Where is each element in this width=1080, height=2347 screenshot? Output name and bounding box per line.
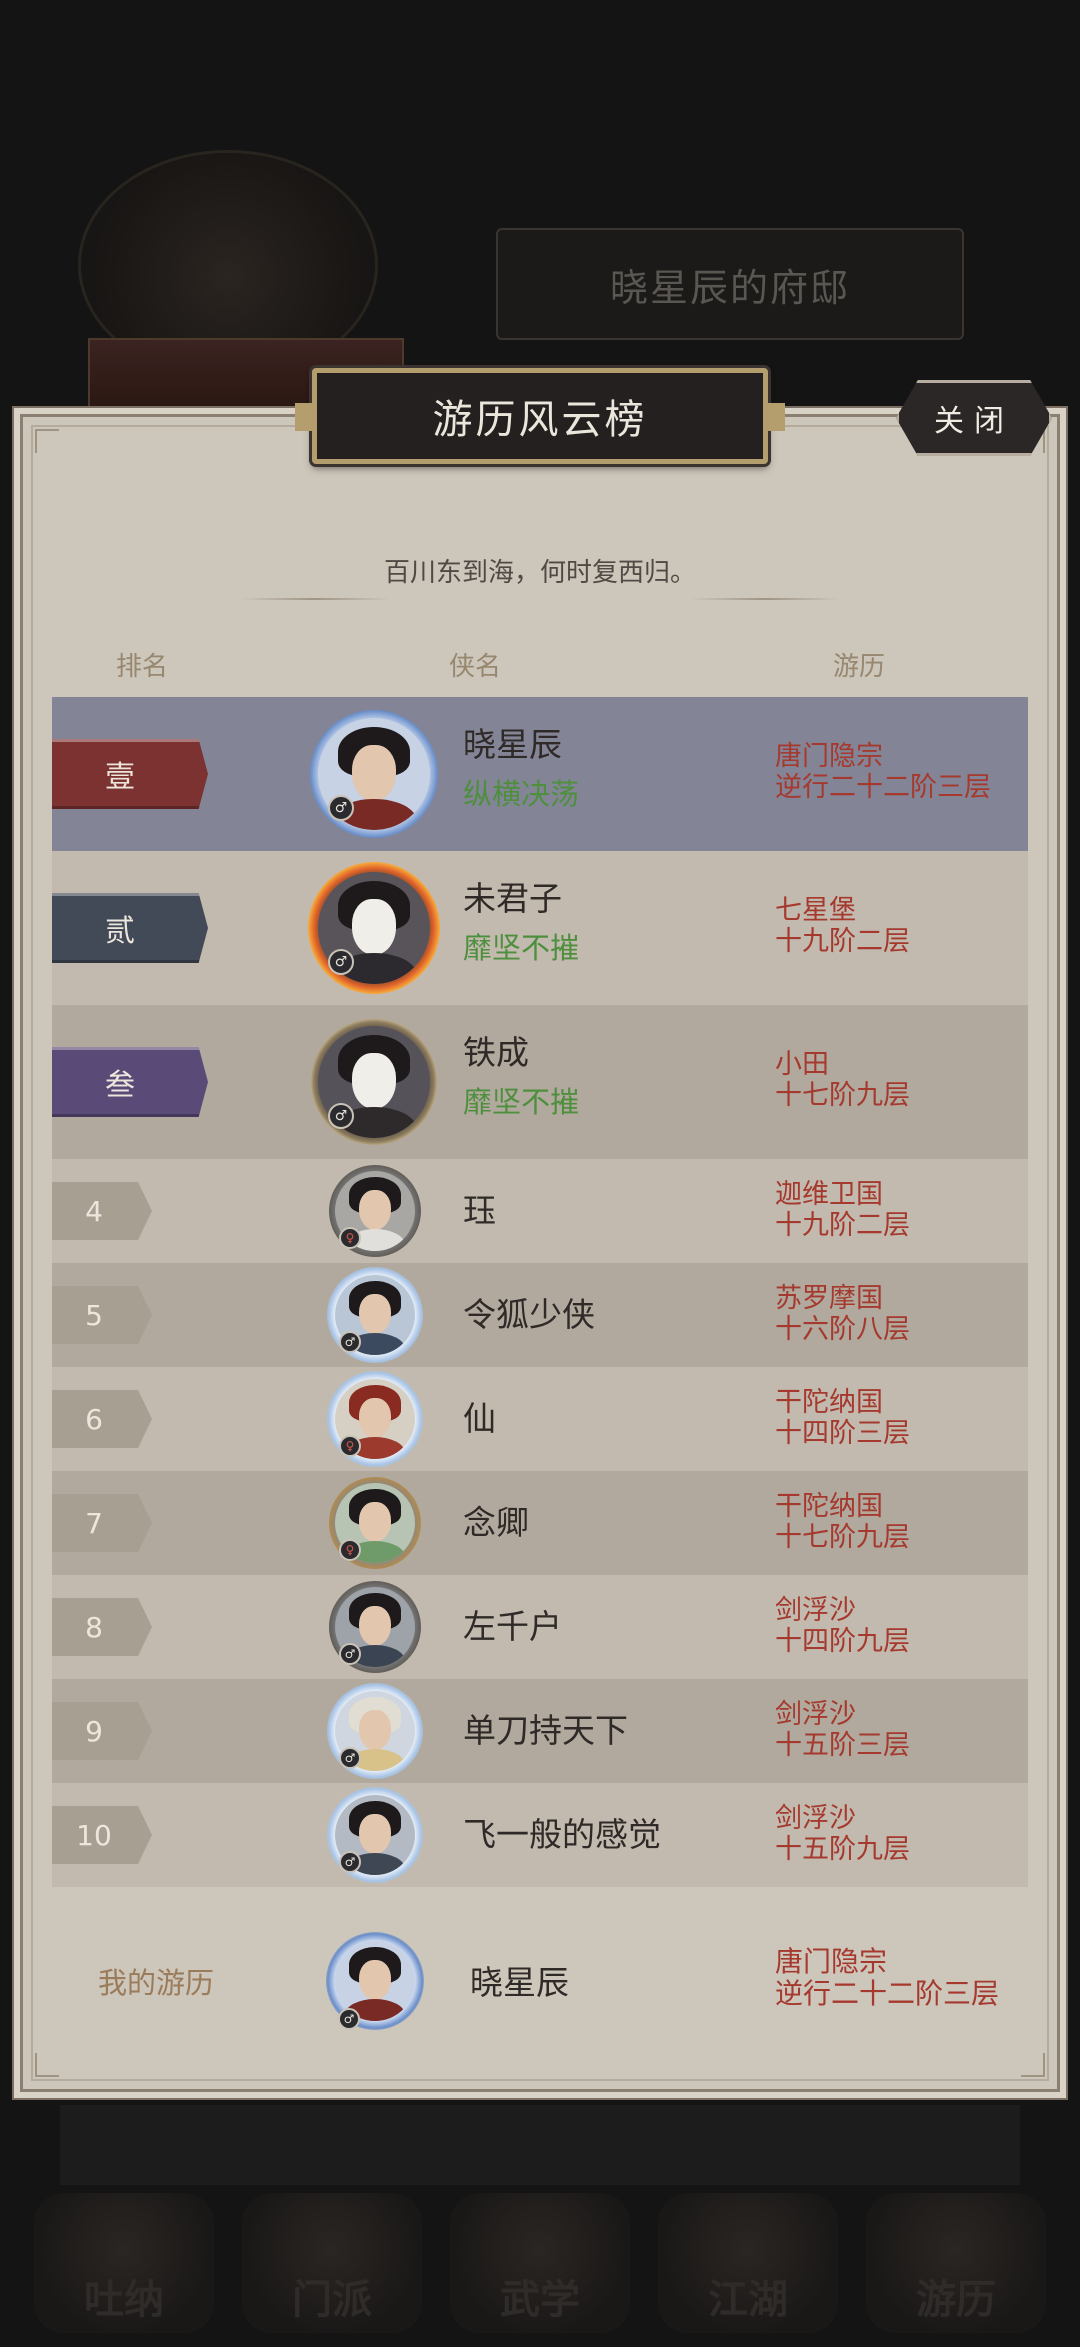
ranking-row[interactable]: 4 ♀ 珏 迦维卫国 十九阶二层 [52, 1159, 1028, 1263]
exp-level: 十七阶九层 [775, 1522, 910, 1553]
exp-level: 十四阶三层 [775, 1418, 910, 1449]
player-title: 靡坚不摧 [463, 1085, 580, 1119]
mansion-title: 晓星辰的府邸 [496, 228, 964, 340]
exp-place: 小田 [775, 1049, 829, 1080]
exp-level: 十七阶九层 [775, 1080, 910, 1111]
rank-badge: 10 [52, 1806, 152, 1864]
ranking-row[interactable]: 5 ♂ 令狐少侠 苏罗摩国 十六阶八层 [52, 1263, 1028, 1367]
rank-badge: 叁 [52, 1047, 208, 1117]
exp-place: 干陀纳国 [775, 1491, 883, 1522]
my-exp-label: 我的游历 [98, 1966, 215, 2000]
subtitle-ornament-right [690, 598, 840, 600]
ranking-row[interactable]: 9 ♂ 单刀持天下 剑浮沙 十五阶三层 [52, 1679, 1028, 1783]
ranking-row[interactable]: 6 ♀ 仙 干陀纳国 十四阶三层 [52, 1367, 1028, 1471]
player-name: 飞一般的感觉 [463, 1815, 661, 1854]
header-exp: 游历 [833, 652, 886, 682]
subtitle-ornament-left [240, 598, 390, 600]
exp-level: 逆行二十二阶三层 [775, 772, 991, 803]
header-name: 侠名 [449, 652, 502, 682]
rank-badge: 7 [52, 1494, 152, 1552]
player-name: 珏 [463, 1191, 496, 1230]
close-button[interactable]: 关闭 [896, 380, 1052, 456]
player-name: 左千户 [463, 1607, 562, 1646]
player-name: 晓星辰 [463, 725, 562, 764]
my-name: 晓星辰 [470, 1963, 569, 2002]
exp-level: 十四阶九层 [775, 1626, 910, 1657]
female-icon: ♀ [339, 1539, 361, 1561]
header-rank: 排名 [116, 652, 169, 682]
player-name: 仙 [463, 1399, 496, 1438]
rank-badge: 8 [52, 1598, 152, 1656]
exp-place: 剑浮沙 [775, 1803, 856, 1834]
ranking-list: 壹 ♂ 晓星辰 纵横决荡 唐门隐宗 逆行二十二阶三层 贰 ♂ 未君子 靡坚不摧 … [52, 697, 1028, 1887]
male-icon: ♂ [339, 1747, 361, 1769]
exp-place: 剑浮沙 [775, 1699, 856, 1730]
player-name: 铁成 [463, 1033, 529, 1072]
exp-level: 十五阶九层 [775, 1834, 910, 1865]
male-icon: ♂ [339, 1643, 361, 1665]
exp-level: 十六阶八层 [775, 1314, 910, 1345]
male-icon: ♂ [339, 1851, 361, 1873]
ranking-row[interactable]: 贰 ♂ 未君子 靡坚不摧 七星堡 十九阶二层 [52, 851, 1028, 1005]
exp-level: 十九阶二层 [775, 1210, 910, 1241]
exp-place: 七星堡 [775, 895, 856, 926]
male-icon: ♂ [338, 2008, 360, 2030]
ranking-row[interactable]: 7 ♀ 念卿 干陀纳国 十七阶九层 [52, 1471, 1028, 1575]
male-icon: ♂ [328, 1103, 354, 1129]
player-name: 念卿 [463, 1503, 529, 1542]
exp-place: 剑浮沙 [775, 1595, 856, 1626]
player-title: 靡坚不摧 [463, 931, 580, 965]
dialog-title: 游历风云榜 [295, 368, 785, 464]
dialog-subtitle: 百川东到海，何时复西归。 [383, 558, 696, 588]
male-icon: ♂ [328, 795, 354, 821]
rank-badge: 9 [52, 1702, 152, 1760]
bottom-nav: 吐纳 门派 武学 江湖 游历 [0, 2185, 1080, 2347]
exp-level: 十五阶三层 [775, 1730, 910, 1761]
corner-ornament [1021, 2053, 1045, 2077]
nav-wuxue[interactable]: 武学 [450, 2193, 630, 2333]
female-icon: ♀ [339, 1227, 361, 1249]
rank-badge: 壹 [52, 739, 208, 809]
exp-place: 迦维卫国 [775, 1179, 883, 1210]
nav-youli[interactable]: 游历 [866, 2193, 1046, 2333]
player-title: 纵横决荡 [463, 777, 580, 811]
ranking-row[interactable]: 叁 ♂ 铁成 靡坚不摧 小田 十七阶九层 [52, 1005, 1028, 1159]
corner-ornament [35, 2053, 59, 2077]
player-name: 单刀持天下 [463, 1711, 628, 1750]
male-icon: ♂ [339, 1331, 361, 1353]
ranking-row[interactable]: 8 ♂ 左千户 剑浮沙 十四阶九层 [52, 1575, 1028, 1679]
nav-tuna[interactable]: 吐纳 [34, 2193, 214, 2333]
ranking-row[interactable]: 10 ♂ 飞一般的感觉 剑浮沙 十五阶九层 [52, 1783, 1028, 1887]
corner-ornament [35, 429, 59, 453]
rank-badge: 贰 [52, 893, 208, 963]
my-ranking-row: 我的游历 ♂ 晓星辰 唐门隐宗 逆行二十二阶三层 [52, 1920, 1028, 2036]
player-name: 令狐少侠 [463, 1295, 595, 1334]
my-exp-level: 逆行二十二阶三层 [775, 1977, 1000, 2010]
exp-place: 干陀纳国 [775, 1387, 883, 1418]
exp-place: 苏罗摩国 [775, 1283, 883, 1314]
exp-level: 十九阶二层 [775, 926, 910, 957]
nav-jianghu[interactable]: 江湖 [658, 2193, 838, 2333]
nav-menpai[interactable]: 门派 [242, 2193, 422, 2333]
rank-badge: 5 [52, 1286, 152, 1344]
rank-badge: 4 [52, 1182, 152, 1240]
male-icon: ♂ [328, 949, 354, 975]
my-exp-place: 唐门隐宗 [775, 1945, 888, 1978]
background-bottom-strip [60, 2105, 1020, 2185]
exp-place: 唐门隐宗 [775, 741, 883, 772]
player-name: 未君子 [463, 879, 562, 918]
ranking-row[interactable]: 壹 ♂ 晓星辰 纵横决荡 唐门隐宗 逆行二十二阶三层 [52, 697, 1028, 851]
rank-badge: 6 [52, 1390, 152, 1448]
female-icon: ♀ [339, 1435, 361, 1457]
